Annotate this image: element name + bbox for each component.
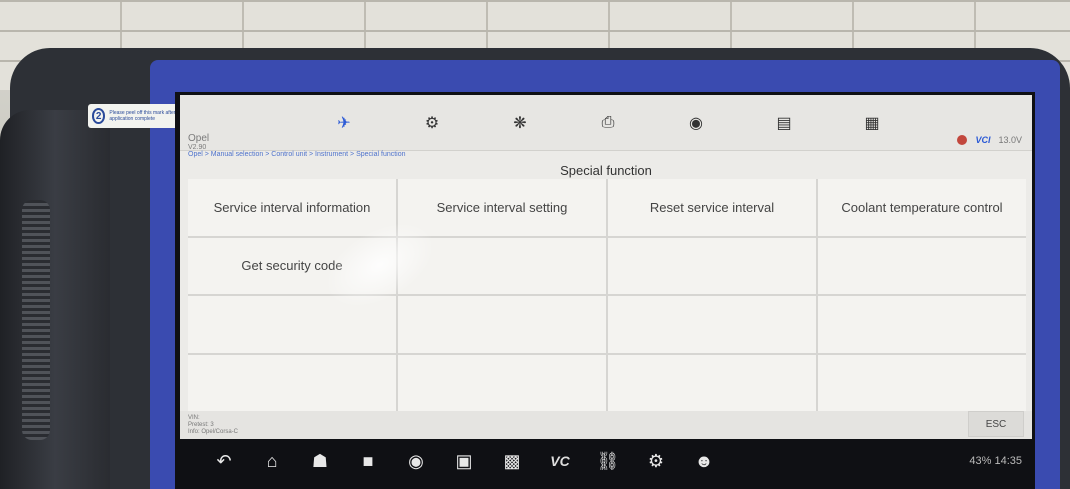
print-icon[interactable]: ⎙ bbox=[564, 109, 652, 137]
settings-icon[interactable]: ❋ bbox=[476, 109, 564, 137]
tablet-grip bbox=[0, 110, 110, 489]
diagnostic-app: Opel V2.90 ✈ ⚙ ❋ ⎙ ◉ ▤ ▦ VCI 13.0V Opel … bbox=[180, 95, 1032, 439]
back-icon[interactable]: ↶ bbox=[200, 451, 248, 472]
battery-voltage: 13.0V bbox=[998, 135, 1022, 145]
car-icon[interactable]: ⚙ bbox=[632, 451, 680, 472]
esc-button[interactable]: ESC bbox=[968, 411, 1024, 437]
vin-label: VIN: bbox=[188, 415, 200, 421]
house-icon[interactable]: ☗ bbox=[296, 451, 344, 472]
info-label: Info: Opel/Corsa-C bbox=[188, 429, 239, 435]
status-area: VCI 13.0V bbox=[957, 135, 1022, 145]
vci-nav-icon[interactable]: VC bbox=[536, 453, 584, 469]
breadcrumb: Opel > Manual selection > Control unit >… bbox=[188, 151, 406, 158]
function-cell bbox=[608, 354, 816, 411]
system-status: 43% 14:35 bbox=[969, 455, 1022, 467]
panel-title: Special function bbox=[560, 163, 652, 178]
function-grid: Service interval information Service int… bbox=[188, 179, 1026, 411]
browser-icon[interactable]: ◉ bbox=[392, 451, 440, 472]
car-diagnostic-icon[interactable]: ⛓ bbox=[584, 451, 632, 472]
function-cell[interactable]: Reset service interval bbox=[608, 179, 816, 236]
function-cell bbox=[398, 237, 606, 294]
function-cell bbox=[818, 354, 1026, 411]
toolbar-icons: ✈ ⚙ ❋ ⎙ ◉ ▤ ▦ bbox=[300, 109, 916, 137]
brand: Opel V2.90 bbox=[188, 133, 209, 151]
sticker-number: 2 bbox=[92, 108, 106, 124]
vehicle-info: VIN: Pretest: 3 Info: Opel/Corsa-C bbox=[188, 415, 238, 436]
android-navbar: ↶ ⌂ ☗ ■ ◉ ▣ ▩ VC ⛓ ⚙ ☻ 43% 14:35 bbox=[180, 441, 1032, 481]
function-cell[interactable]: Service interval information bbox=[188, 179, 396, 236]
connection-icon bbox=[957, 135, 968, 145]
function-cell[interactable]: Coolant temperature control bbox=[818, 179, 1026, 236]
pretest-label: Pretest: 3 bbox=[188, 422, 214, 428]
function-cell bbox=[398, 296, 606, 353]
camera-icon[interactable]: ▣ bbox=[440, 451, 488, 472]
save-icon[interactable]: ▤ bbox=[740, 109, 828, 137]
function-cell[interactable]: Service interval setting bbox=[398, 179, 606, 236]
home-icon[interactable]: ⌂ bbox=[248, 451, 296, 472]
remote-icon[interactable]: ☻ bbox=[680, 451, 728, 472]
diagnostics-icon[interactable]: ⚙ bbox=[388, 109, 476, 137]
vci-indicator: VCI bbox=[975, 135, 991, 145]
function-cell bbox=[188, 354, 396, 411]
home-car-icon[interactable]: ✈ bbox=[300, 109, 388, 137]
screen-record-icon[interactable]: ▩ bbox=[488, 451, 536, 472]
footer: VIN: Pretest: 3 Info: Opel/Corsa-C ESC bbox=[180, 411, 1032, 439]
brand-version: V2.90 bbox=[188, 144, 207, 151]
function-cell bbox=[818, 237, 1026, 294]
function-cell bbox=[608, 237, 816, 294]
function-cell bbox=[188, 296, 396, 353]
help-icon[interactable]: ◉ bbox=[652, 109, 740, 137]
top-toolbar: Opel V2.90 ✈ ⚙ ❋ ⎙ ◉ ▤ ▦ VCI 13.0V bbox=[180, 95, 1032, 151]
recents-icon[interactable]: ■ bbox=[344, 451, 392, 472]
brand-name: Opel bbox=[188, 133, 210, 144]
function-cell bbox=[818, 296, 1026, 353]
function-cell bbox=[608, 296, 816, 353]
function-cell[interactable]: Get security code bbox=[188, 237, 396, 294]
data-icon[interactable]: ▦ bbox=[828, 109, 916, 137]
function-cell bbox=[398, 354, 606, 411]
